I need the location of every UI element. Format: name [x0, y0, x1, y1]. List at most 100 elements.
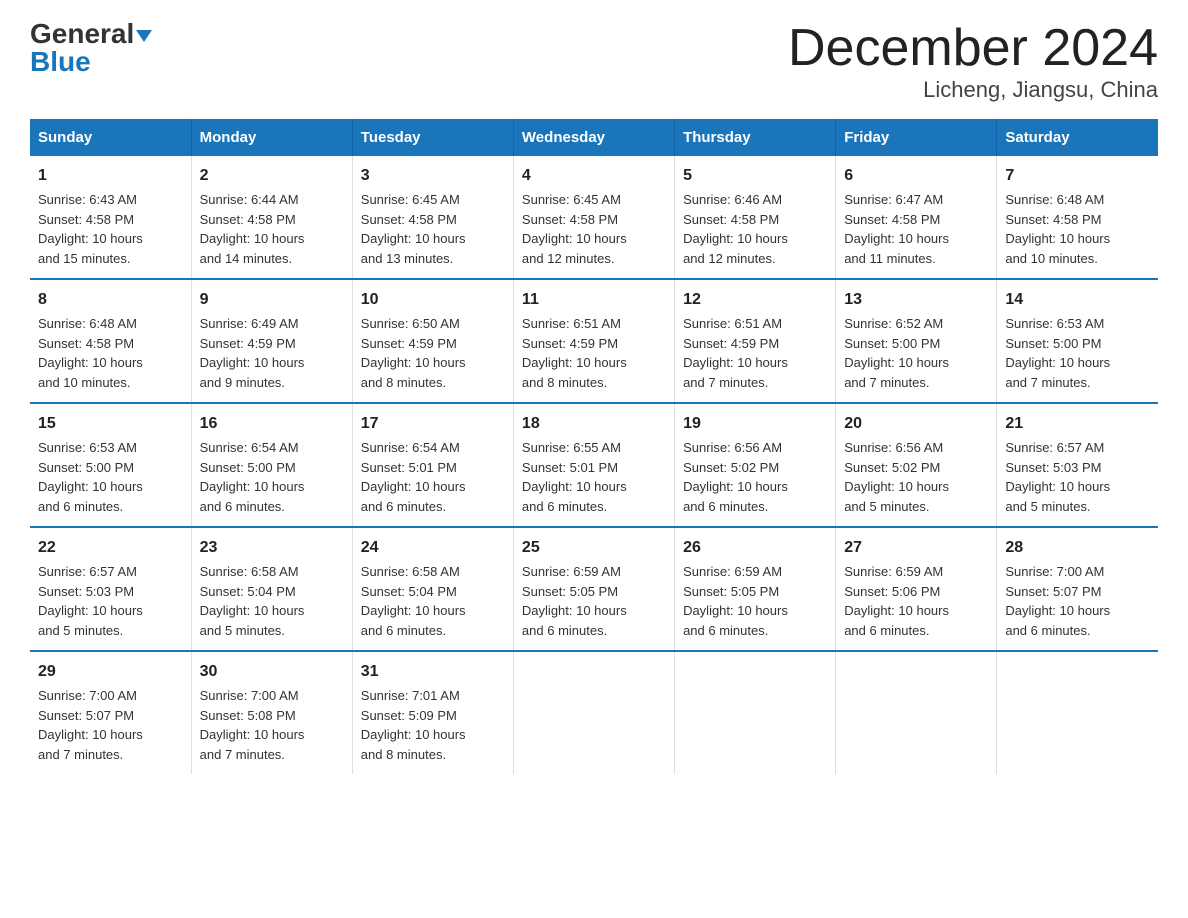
day-info: Sunrise: 6:47 AMSunset: 4:58 PMDaylight:… [844, 190, 988, 268]
day-number: 12 [683, 288, 827, 312]
list-item: 3Sunrise: 6:45 AMSunset: 4:58 PMDaylight… [352, 156, 513, 279]
day-number: 5 [683, 164, 827, 188]
day-info: Sunrise: 6:56 AMSunset: 5:02 PMDaylight:… [844, 438, 988, 516]
list-item: 11Sunrise: 6:51 AMSunset: 4:59 PMDayligh… [513, 279, 674, 403]
list-item: 18Sunrise: 6:55 AMSunset: 5:01 PMDayligh… [513, 403, 674, 527]
list-item: 4Sunrise: 6:45 AMSunset: 4:58 PMDaylight… [513, 156, 674, 279]
location: Licheng, Jiangsu, China [788, 77, 1158, 103]
col-tuesday: Tuesday [352, 119, 513, 156]
day-number: 16 [200, 412, 344, 436]
day-number: 8 [38, 288, 183, 312]
day-info: Sunrise: 6:54 AMSunset: 5:00 PMDaylight:… [200, 438, 344, 516]
list-item [513, 651, 674, 774]
day-info: Sunrise: 6:59 AMSunset: 5:05 PMDaylight:… [683, 562, 827, 640]
day-info: Sunrise: 6:46 AMSunset: 4:58 PMDaylight:… [683, 190, 827, 268]
day-number: 4 [522, 164, 666, 188]
list-item: 14Sunrise: 6:53 AMSunset: 5:00 PMDayligh… [997, 279, 1158, 403]
list-item: 2Sunrise: 6:44 AMSunset: 4:58 PMDaylight… [191, 156, 352, 279]
col-sunday: Sunday [30, 119, 191, 156]
logo: General Blue [30, 20, 152, 78]
day-info: Sunrise: 6:59 AMSunset: 5:06 PMDaylight:… [844, 562, 988, 640]
list-item [675, 651, 836, 774]
list-item: 21Sunrise: 6:57 AMSunset: 5:03 PMDayligh… [997, 403, 1158, 527]
list-item: 20Sunrise: 6:56 AMSunset: 5:02 PMDayligh… [836, 403, 997, 527]
day-number: 9 [200, 288, 344, 312]
day-number: 1 [38, 164, 183, 188]
list-item: 7Sunrise: 6:48 AMSunset: 4:58 PMDaylight… [997, 156, 1158, 279]
table-row: 22Sunrise: 6:57 AMSunset: 5:03 PMDayligh… [30, 527, 1158, 651]
list-item: 10Sunrise: 6:50 AMSunset: 4:59 PMDayligh… [352, 279, 513, 403]
day-info: Sunrise: 6:51 AMSunset: 4:59 PMDaylight:… [522, 314, 666, 392]
day-info: Sunrise: 6:45 AMSunset: 4:58 PMDaylight:… [361, 190, 505, 268]
table-row: 8Sunrise: 6:48 AMSunset: 4:58 PMDaylight… [30, 279, 1158, 403]
day-info: Sunrise: 6:53 AMSunset: 5:00 PMDaylight:… [38, 438, 183, 516]
day-number: 19 [683, 412, 827, 436]
list-item: 16Sunrise: 6:54 AMSunset: 5:00 PMDayligh… [191, 403, 352, 527]
list-item: 23Sunrise: 6:58 AMSunset: 5:04 PMDayligh… [191, 527, 352, 651]
list-item: 28Sunrise: 7:00 AMSunset: 5:07 PMDayligh… [997, 527, 1158, 651]
day-number: 31 [361, 660, 505, 684]
day-number: 24 [361, 536, 505, 560]
day-number: 11 [522, 288, 666, 312]
day-number: 3 [361, 164, 505, 188]
day-number: 7 [1005, 164, 1150, 188]
calendar-header-row: Sunday Monday Tuesday Wednesday Thursday… [30, 119, 1158, 156]
list-item: 12Sunrise: 6:51 AMSunset: 4:59 PMDayligh… [675, 279, 836, 403]
day-info: Sunrise: 6:44 AMSunset: 4:58 PMDaylight:… [200, 190, 344, 268]
table-row: 29Sunrise: 7:00 AMSunset: 5:07 PMDayligh… [30, 651, 1158, 774]
day-number: 6 [844, 164, 988, 188]
list-item: 13Sunrise: 6:52 AMSunset: 5:00 PMDayligh… [836, 279, 997, 403]
day-info: Sunrise: 6:52 AMSunset: 5:00 PMDaylight:… [844, 314, 988, 392]
list-item: 22Sunrise: 6:57 AMSunset: 5:03 PMDayligh… [30, 527, 191, 651]
col-friday: Friday [836, 119, 997, 156]
logo-triangle-icon [136, 30, 152, 42]
day-number: 22 [38, 536, 183, 560]
logo-part1: General [30, 20, 152, 48]
month-title: December 2024 [788, 20, 1158, 77]
list-item [836, 651, 997, 774]
day-info: Sunrise: 6:48 AMSunset: 4:58 PMDaylight:… [1005, 190, 1150, 268]
day-info: Sunrise: 6:58 AMSunset: 5:04 PMDaylight:… [361, 562, 505, 640]
day-info: Sunrise: 7:01 AMSunset: 5:09 PMDaylight:… [361, 686, 505, 764]
day-number: 13 [844, 288, 988, 312]
list-item [997, 651, 1158, 774]
list-item: 31Sunrise: 7:01 AMSunset: 5:09 PMDayligh… [352, 651, 513, 774]
day-info: Sunrise: 6:55 AMSunset: 5:01 PMDaylight:… [522, 438, 666, 516]
day-number: 18 [522, 412, 666, 436]
list-item: 26Sunrise: 6:59 AMSunset: 5:05 PMDayligh… [675, 527, 836, 651]
day-number: 21 [1005, 412, 1150, 436]
day-info: Sunrise: 6:43 AMSunset: 4:58 PMDaylight:… [38, 190, 183, 268]
day-number: 29 [38, 660, 183, 684]
list-item: 6Sunrise: 6:47 AMSunset: 4:58 PMDaylight… [836, 156, 997, 279]
list-item: 8Sunrise: 6:48 AMSunset: 4:58 PMDaylight… [30, 279, 191, 403]
day-info: Sunrise: 6:57 AMSunset: 5:03 PMDaylight:… [1005, 438, 1150, 516]
table-row: 15Sunrise: 6:53 AMSunset: 5:00 PMDayligh… [30, 403, 1158, 527]
day-info: Sunrise: 6:48 AMSunset: 4:58 PMDaylight:… [38, 314, 183, 392]
day-info: Sunrise: 6:45 AMSunset: 4:58 PMDaylight:… [522, 190, 666, 268]
list-item: 19Sunrise: 6:56 AMSunset: 5:02 PMDayligh… [675, 403, 836, 527]
day-info: Sunrise: 6:49 AMSunset: 4:59 PMDaylight:… [200, 314, 344, 392]
day-info: Sunrise: 6:51 AMSunset: 4:59 PMDaylight:… [683, 314, 827, 392]
list-item: 1Sunrise: 6:43 AMSunset: 4:58 PMDaylight… [30, 156, 191, 279]
day-number: 23 [200, 536, 344, 560]
table-row: 1Sunrise: 6:43 AMSunset: 4:58 PMDaylight… [30, 156, 1158, 279]
day-number: 25 [522, 536, 666, 560]
day-info: Sunrise: 7:00 AMSunset: 5:08 PMDaylight:… [200, 686, 344, 764]
list-item: 27Sunrise: 6:59 AMSunset: 5:06 PMDayligh… [836, 527, 997, 651]
title-area: December 2024 Licheng, Jiangsu, China [788, 20, 1158, 103]
day-info: Sunrise: 6:57 AMSunset: 5:03 PMDaylight:… [38, 562, 183, 640]
col-wednesday: Wednesday [513, 119, 674, 156]
logo-part2: Blue [30, 46, 91, 78]
list-item: 30Sunrise: 7:00 AMSunset: 5:08 PMDayligh… [191, 651, 352, 774]
day-number: 14 [1005, 288, 1150, 312]
day-info: Sunrise: 6:53 AMSunset: 5:00 PMDaylight:… [1005, 314, 1150, 392]
day-number: 20 [844, 412, 988, 436]
day-number: 17 [361, 412, 505, 436]
calendar-table: Sunday Monday Tuesday Wednesday Thursday… [30, 119, 1158, 774]
day-info: Sunrise: 6:54 AMSunset: 5:01 PMDaylight:… [361, 438, 505, 516]
day-number: 2 [200, 164, 344, 188]
day-number: 15 [38, 412, 183, 436]
list-item: 29Sunrise: 7:00 AMSunset: 5:07 PMDayligh… [30, 651, 191, 774]
list-item: 5Sunrise: 6:46 AMSunset: 4:58 PMDaylight… [675, 156, 836, 279]
day-info: Sunrise: 6:58 AMSunset: 5:04 PMDaylight:… [200, 562, 344, 640]
